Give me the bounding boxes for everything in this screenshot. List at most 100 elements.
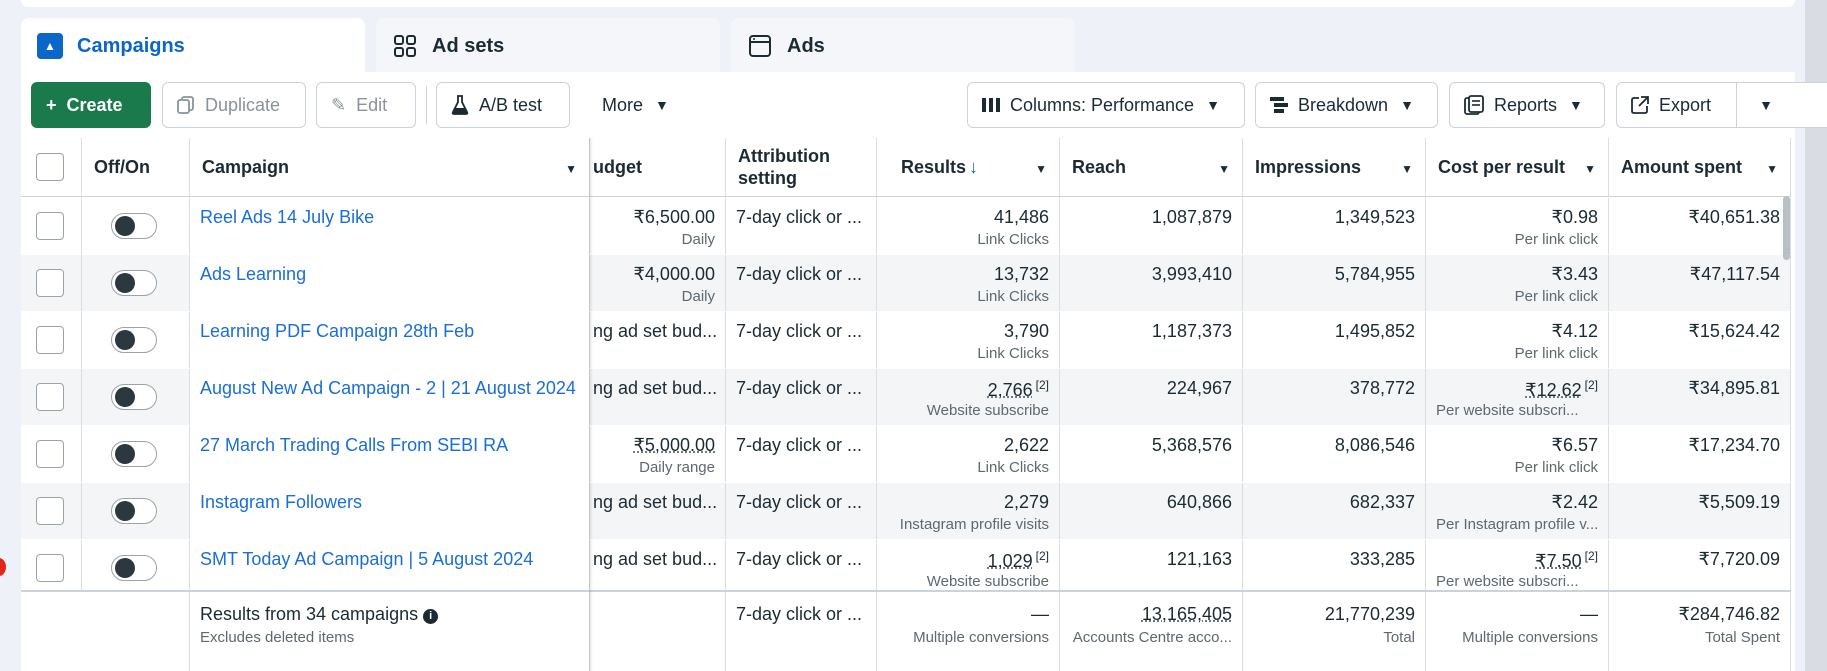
row-checkbox[interactable] — [36, 383, 64, 411]
campaign-toggle[interactable] — [111, 498, 157, 524]
footer-attribution-text: 7-day click or ... — [736, 604, 863, 624]
campaign-folder-icon: ▲ — [37, 33, 63, 59]
table-row[interactable]: Learning PDF Campaign 28th Feb ng ad set … — [21, 312, 1791, 369]
header-cost-per-result[interactable]: Cost per result ▼ — [1426, 138, 1609, 196]
ab-test-button[interactable]: A/B test — [436, 82, 570, 128]
table-row[interactable]: Instagram Followers ng ad set bud... 7-day… — [21, 483, 1791, 540]
results-number: 1,029 — [987, 551, 1033, 571]
results-value: 2,766 [2] — [988, 378, 1049, 401]
info-icon[interactable]: i — [423, 608, 439, 624]
select-all-checkbox[interactable] — [36, 153, 64, 181]
row-checkbox[interactable] — [36, 269, 64, 297]
budget-value: ₹4,000.00 — [633, 264, 715, 284]
row-reach-cell: 3,993,410 — [1060, 255, 1243, 311]
row-budget-cell: ₹4,000.00 Daily — [593, 255, 726, 311]
table-row[interactable]: 27 March Trading Calls From SEBI RA ₹5,00… — [21, 426, 1791, 483]
sort-caret-icon[interactable]: ▼ — [565, 162, 577, 176]
campaign-name-link[interactable]: Reel Ads 14 July Bike — [200, 207, 374, 228]
results-number: 2,279 — [1003, 492, 1049, 512]
row-campaign-cell: August New Ad Campaign - 2 | 21 August 2… — [190, 369, 590, 425]
breakdown-button[interactable]: Breakdown ▼ — [1255, 82, 1438, 128]
spent-value: ₹7,720.09 — [1698, 549, 1780, 569]
sort-caret-icon[interactable]: ▼ — [1401, 162, 1413, 176]
campaign-name-link[interactable]: Ads Learning — [200, 264, 306, 285]
row-budget-cell: ng ad set bud... — [593, 483, 726, 539]
budget-value: ng ad set bud... — [593, 549, 718, 569]
row-select-cell — [21, 426, 82, 482]
sort-caret-icon[interactable]: ▼ — [1035, 162, 1047, 176]
cpr-sub: Per link click — [1514, 345, 1598, 362]
pencil-icon: ✎ — [331, 94, 347, 115]
header-amount-spent[interactable]: Amount spent ▼ — [1609, 138, 1791, 196]
row-budget-cell: ₹6,500.00 Daily — [593, 198, 726, 254]
row-reach-cell: 224,967 — [1060, 369, 1243, 425]
row-checkbox[interactable] — [36, 440, 64, 468]
header-impressions[interactable]: Impressions ▼ — [1243, 138, 1426, 196]
caret-down-icon: ▼ — [655, 97, 669, 113]
cpr-sub: Per link click — [1514, 459, 1598, 476]
edit-button[interactable]: ✎ Edit — [316, 82, 416, 128]
campaign-name-link[interactable]: 27 March Trading Calls From SEBI RA — [200, 435, 508, 456]
more-button[interactable]: More ▼ — [587, 82, 697, 128]
reach-value: 5,368,576 — [1151, 435, 1232, 455]
campaign-toggle[interactable] — [111, 384, 157, 410]
tab-ad-sets[interactable]: Ad sets — [376, 18, 720, 74]
row-spent-cell: ₹47,117.54 — [1609, 255, 1791, 311]
reach-value: 121,163 — [1166, 549, 1232, 569]
cpr-value: ₹6.57 — [1552, 435, 1599, 456]
budget-sub: Daily — [681, 231, 715, 248]
vertical-scrollbar[interactable] — [1783, 196, 1790, 260]
row-checkbox[interactable] — [36, 212, 64, 240]
duplicate-button[interactable]: Duplicate — [162, 82, 306, 128]
row-results-cell: 2,622 Link Clicks — [877, 426, 1060, 482]
columns-icon — [982, 97, 1000, 113]
header-results[interactable]: Results ↓ ▼ — [877, 138, 1060, 196]
campaign-toggle[interactable] — [111, 213, 157, 239]
tab-campaigns[interactable]: ▲ Campaigns — [21, 18, 365, 74]
campaign-name-link[interactable]: August New Ad Campaign - 2 | 21 August 2… — [200, 378, 576, 399]
row-spent-cell: ₹34,895.81 — [1609, 369, 1791, 425]
campaign-name-link[interactable]: Learning PDF Campaign 28th Feb — [200, 321, 474, 342]
campaign-name-link[interactable]: Instagram Followers — [200, 492, 362, 513]
sort-caret-icon[interactable]: ▼ — [1218, 162, 1230, 176]
campaign-toggle[interactable] — [111, 441, 157, 467]
cpr-footnote: [2] — [1584, 378, 1598, 392]
row-checkbox[interactable] — [36, 497, 64, 525]
attribution-value: 7-day click or ... — [736, 207, 863, 227]
table-row[interactable]: Ads Learning ₹4,000.00 Daily 7-day click or… — [21, 255, 1791, 312]
toolbar-divider — [426, 86, 427, 124]
reports-label: Reports — [1494, 94, 1558, 115]
footer-spent-sub: Total Spent — [1704, 629, 1780, 646]
results-sub: Link Clicks — [977, 231, 1049, 248]
table-row[interactable]: Reel Ads 14 July Bike ₹6,500.00 Daily 7-day… — [21, 198, 1791, 255]
sort-caret-icon[interactable]: ▼ — [1766, 162, 1778, 176]
export-button[interactable]: Export — [1617, 83, 1737, 127]
row-checkbox[interactable] — [36, 554, 64, 582]
cpr-sub: Per website subscri... — [1436, 402, 1579, 419]
caret-down-icon: ▼ — [1759, 97, 1773, 113]
campaign-toggle[interactable] — [111, 270, 157, 296]
header-attribution[interactable]: Attribution setting — [726, 138, 877, 196]
table-row[interactable]: August New Ad Campaign - 2 | 21 August 2… — [21, 369, 1791, 426]
tab-ads[interactable]: Ads — [731, 18, 1075, 74]
row-checkbox[interactable] — [36, 326, 64, 354]
table-row[interactable]: SMT Today Ad Campaign | 5 August 2024 ng … — [21, 540, 1791, 597]
header-off-on[interactable]: Off/On — [82, 138, 190, 196]
campaign-toggle[interactable] — [111, 327, 157, 353]
create-button[interactable]: + Create — [31, 82, 151, 128]
reports-button[interactable]: Reports ▼ — [1449, 82, 1605, 128]
notification-dot — [0, 558, 6, 576]
sort-caret-icon[interactable]: ▼ — [1584, 162, 1596, 176]
duplicate-icon — [177, 96, 195, 114]
export-menu-caret[interactable]: ▼ — [1737, 83, 1795, 127]
cpr-footnote: [2] — [1584, 549, 1598, 563]
header-budget[interactable]: udget — [593, 138, 726, 196]
campaign-name-link[interactable]: SMT Today Ad Campaign | 5 August 2024 — [200, 549, 533, 570]
columns-button[interactable]: Columns: Performance ▼ — [967, 82, 1245, 128]
sort-down-arrow-icon: ↓ — [969, 156, 979, 177]
row-attribution-cell: 7-day click or ... — [726, 312, 877, 368]
cpr-number: ₹6.57 — [1551, 435, 1599, 455]
header-campaign[interactable]: Campaign ▼ — [190, 138, 590, 196]
header-reach[interactable]: Reach ▼ — [1060, 138, 1243, 196]
campaign-toggle[interactable] — [111, 555, 157, 581]
